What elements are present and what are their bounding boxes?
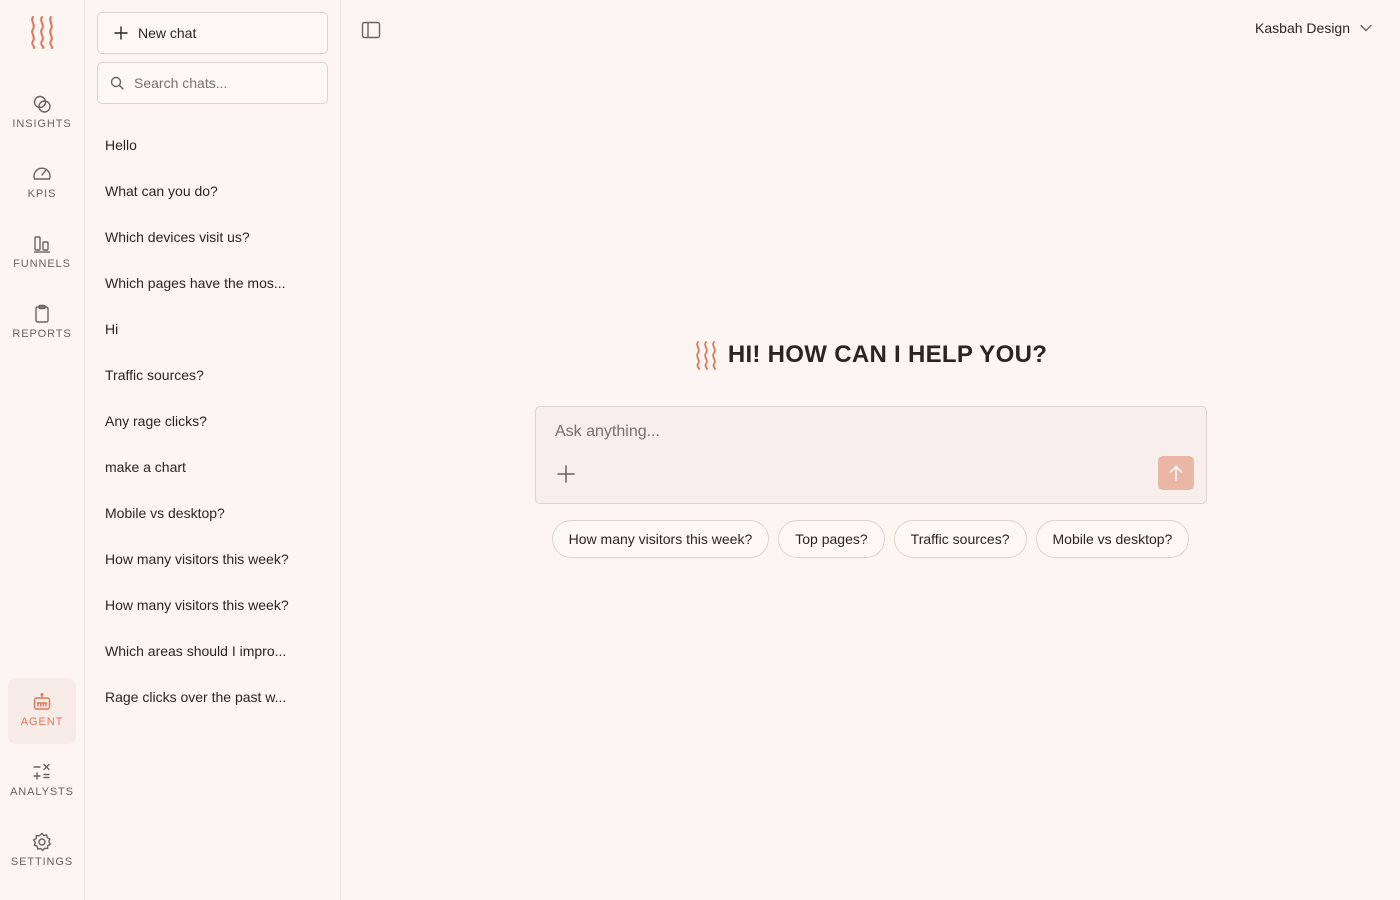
arrow-up-icon: [1169, 465, 1183, 481]
logo-icon[interactable]: [29, 15, 55, 49]
nav-analysts[interactable]: ANALYSTS: [8, 748, 76, 814]
workspace-name: Kasbah Design: [1255, 20, 1350, 36]
nav-kpis[interactable]: KPIS: [8, 150, 76, 216]
chat-item[interactable]: Any rage clicks?: [97, 398, 328, 444]
chat-item[interactable]: Which areas should I impro...: [97, 628, 328, 674]
new-chat-button[interactable]: New chat: [97, 12, 328, 54]
nav-settings-label: SETTINGS: [10, 856, 74, 868]
attach-plus-icon[interactable]: [556, 464, 576, 484]
new-chat-label: New chat: [138, 25, 197, 41]
clipboard-icon: [35, 304, 49, 323]
main-area: Kasbah Design HI! HOW CAN I HELP YOU? Ho…: [341, 0, 1400, 900]
chat-item[interactable]: Rage clicks over the past w...: [97, 674, 328, 720]
chat-item[interactable]: Mobile vs desktop?: [97, 490, 328, 536]
chat-item[interactable]: How many visitors this week?: [97, 582, 328, 628]
chat-item[interactable]: Hello: [97, 122, 328, 168]
ask-input[interactable]: [555, 423, 1155, 441]
nav-settings[interactable]: SETTINGS: [8, 818, 76, 884]
suggestion-chip[interactable]: Mobile vs desktop?: [1035, 520, 1190, 558]
greeting-title: HI! HOW CAN I HELP YOU?: [727, 341, 1048, 368]
greeting: HI! HOW CAN I HELP YOU?: [341, 340, 1400, 370]
chat-item[interactable]: Which pages have the mos...: [97, 260, 328, 306]
suggestion-chip[interactable]: Top pages?: [778, 520, 885, 558]
chat-item[interactable]: make a chart: [97, 444, 328, 490]
send-button[interactable]: [1158, 456, 1194, 490]
gauge-icon: [33, 167, 51, 180]
search-box: [97, 62, 328, 104]
nav-reports[interactable]: REPORTS: [8, 290, 76, 356]
nav-insights[interactable]: INSIGHTS: [8, 80, 76, 146]
nav-rail: INSIGHTS KPIS FUNNELS REPORTS AGENT ANAL…: [0, 0, 85, 900]
chat-history-panel: New chat Hello What can you do? Which de…: [85, 0, 341, 900]
nav-analysts-label: ANALYSTS: [10, 786, 74, 798]
chat-item[interactable]: Traffic sources?: [97, 352, 328, 398]
bars-icon: [34, 236, 50, 253]
sidebar-toggle-icon[interactable]: [361, 21, 381, 39]
chat-item[interactable]: Hi: [97, 306, 328, 352]
chat-item[interactable]: What can you do?: [97, 168, 328, 214]
suggestion-chip[interactable]: How many visitors this week?: [551, 520, 770, 558]
chat-composer: [535, 406, 1207, 504]
chat-item[interactable]: Which devices visit us?: [97, 214, 328, 260]
nav-agent[interactable]: AGENT: [8, 678, 76, 744]
chat-item[interactable]: How many visitors this week?: [97, 536, 328, 582]
nav-agent-label: AGENT: [20, 716, 64, 728]
nav-funnels-label: FUNNELS: [13, 258, 71, 270]
suggestion-chips: How many visitors this week? Top pages? …: [341, 520, 1400, 558]
workspace-selector[interactable]: Kasbah Design: [1255, 18, 1372, 38]
calculator-icon: [33, 763, 50, 780]
search-icon: [110, 76, 124, 90]
chevron-down-icon: [1360, 24, 1372, 32]
plus-icon: [114, 26, 128, 40]
search-input[interactable]: [134, 75, 324, 91]
suggestion-chip[interactable]: Traffic sources?: [893, 520, 1027, 558]
nav-funnels[interactable]: FUNNELS: [8, 220, 76, 286]
nav-reports-label: REPORTS: [12, 328, 72, 340]
robot-icon: [33, 693, 51, 710]
nav-kpis-label: KPIS: [27, 188, 57, 200]
nav-insights-label: INSIGHTS: [12, 118, 72, 130]
logo-icon: [696, 341, 716, 370]
insights-icon: [33, 95, 51, 113]
gear-icon: [32, 832, 52, 852]
chat-list: Hello What can you do? Which devices vis…: [97, 122, 328, 720]
